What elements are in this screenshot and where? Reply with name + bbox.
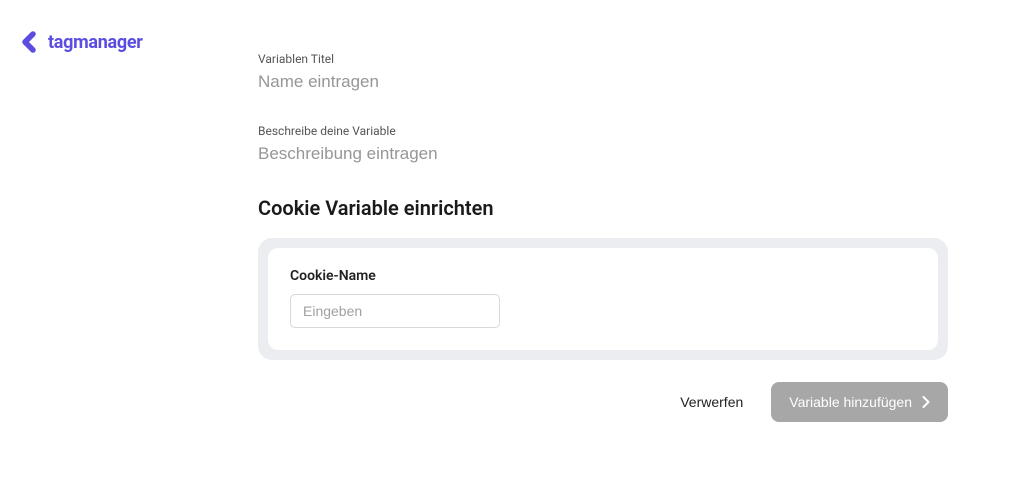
cookie-config-inner: Cookie-Name: [268, 248, 938, 350]
cookie-config-card: Cookie-Name: [258, 238, 948, 360]
add-variable-button-label: Variable hinzufügen: [789, 394, 912, 410]
logo-text: tagmanager: [48, 32, 143, 53]
app-logo[interactable]: tagmanager: [18, 30, 143, 54]
chevron-right-icon: [922, 396, 930, 408]
variable-title-label: Variablen Titel: [258, 52, 948, 66]
add-variable-button[interactable]: Variable hinzufügen: [771, 382, 948, 422]
variable-description-label: Beschreibe deine Variable: [258, 124, 948, 138]
variable-title-input[interactable]: [258, 72, 948, 92]
cookie-name-label: Cookie-Name: [290, 268, 916, 284]
logo-chevron-icon: [18, 30, 42, 54]
cookie-name-input[interactable]: [290, 294, 500, 328]
variable-description-input[interactable]: [258, 144, 948, 164]
variable-title-group: Variablen Titel: [258, 52, 948, 92]
section-heading: Cookie Variable einrichten: [258, 196, 948, 220]
action-bar: Verwerfen Variable hinzufügen: [258, 382, 948, 422]
variable-description-group: Beschreibe deine Variable: [258, 124, 948, 164]
discard-button[interactable]: Verwerfen: [680, 394, 743, 410]
